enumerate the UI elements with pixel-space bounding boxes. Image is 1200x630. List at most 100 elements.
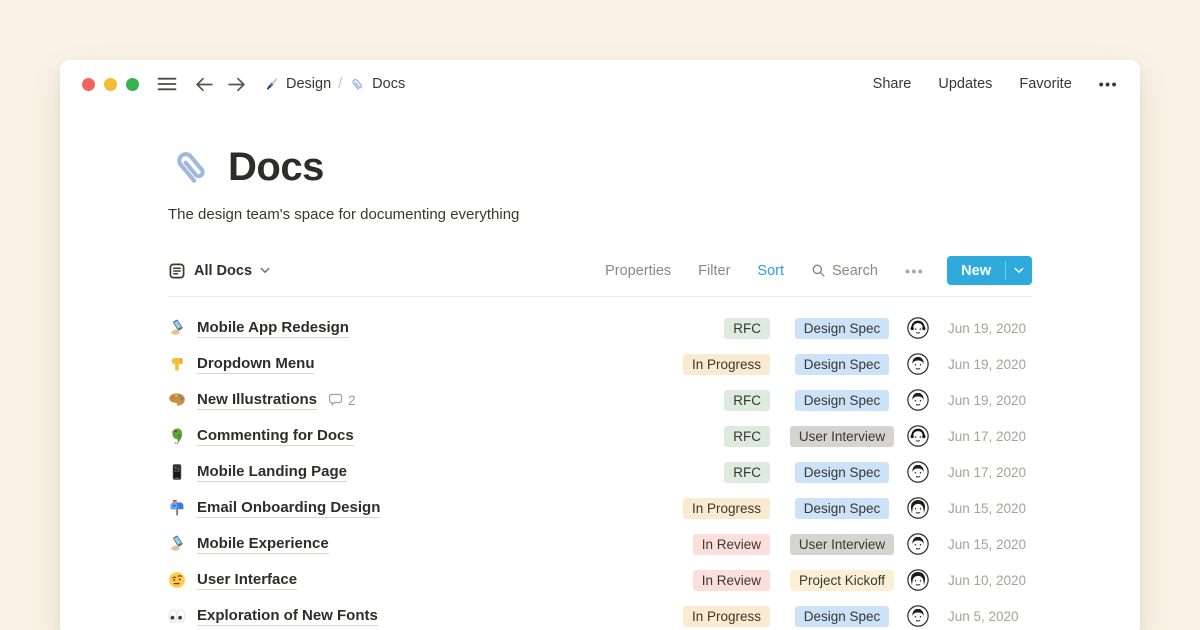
table-row[interactable]: Email Onboarding Design In Progress Desi… bbox=[168, 490, 1032, 526]
desktop-background: Design / Docs Share Updates Favorite •••… bbox=[0, 0, 1200, 630]
row-meta: RFC Design Spec Jun 17, 2020 bbox=[650, 461, 1032, 483]
selfie-icon bbox=[168, 319, 186, 337]
status-tag[interactable]: In Review bbox=[693, 570, 770, 591]
table-row[interactable]: New Illustrations 2 RFC Design Spec Jun … bbox=[168, 382, 1032, 418]
expand-window-button[interactable] bbox=[126, 78, 139, 91]
doc-title-link[interactable]: New Illustrations bbox=[197, 390, 317, 411]
category-tag[interactable]: Project Kickoff bbox=[790, 570, 894, 591]
new-button-chevron[interactable] bbox=[1006, 256, 1032, 285]
back-button[interactable] bbox=[195, 77, 214, 92]
chevron-down-icon bbox=[260, 267, 270, 274]
page-subtitle[interactable]: The design team's space for documenting … bbox=[168, 206, 1032, 223]
category-tag[interactable]: Design Spec bbox=[795, 462, 890, 483]
row-meta: In Progress Design Spec Jun 19, 2020 bbox=[650, 353, 1032, 375]
more-options-button[interactable]: ••• bbox=[1099, 76, 1118, 92]
avatar-man[interactable] bbox=[906, 353, 930, 375]
properties-button[interactable]: Properties bbox=[605, 263, 671, 279]
table-row[interactable]: Mobile Experience In Review User Intervi… bbox=[168, 526, 1032, 562]
breadcrumb-label: Design bbox=[286, 76, 331, 92]
docs-table: Mobile App Redesign RFC Design Spec Jun … bbox=[168, 310, 1032, 630]
breadcrumb: Design / Docs bbox=[263, 76, 405, 93]
category-tag[interactable]: Design Spec bbox=[795, 354, 890, 375]
new-button-label[interactable]: New bbox=[947, 256, 1005, 285]
table-row[interactable]: Mobile App Redesign RFC Design Spec Jun … bbox=[168, 310, 1032, 346]
page-title[interactable]: Docs bbox=[228, 145, 324, 190]
breadcrumb-item-docs[interactable]: Docs bbox=[349, 76, 405, 93]
doc-title-link[interactable]: Mobile Landing Page bbox=[197, 462, 347, 483]
doc-title-link[interactable]: Exploration of New Fonts bbox=[197, 606, 378, 627]
breadcrumb-separator: / bbox=[338, 76, 342, 92]
new-button[interactable]: New bbox=[947, 256, 1032, 285]
avatar-woman[interactable] bbox=[906, 497, 930, 519]
mailbox-icon bbox=[168, 499, 186, 517]
table-row[interactable]: Mobile Landing Page RFC Design Spec Jun … bbox=[168, 454, 1032, 490]
search-icon bbox=[811, 263, 826, 278]
view-label: All Docs bbox=[194, 263, 252, 279]
doc-title-link[interactable]: User Interface bbox=[197, 570, 297, 591]
view-switcher[interactable]: All Docs bbox=[168, 262, 270, 280]
toolbar-menu: Properties Filter Sort Search ••• New bbox=[605, 256, 1032, 285]
avatar-woman[interactable] bbox=[906, 569, 930, 591]
page-title-row: Docs bbox=[168, 144, 1032, 191]
updates-button[interactable]: Updates bbox=[938, 76, 992, 92]
status-tag[interactable]: In Progress bbox=[683, 606, 770, 627]
paintbrush-icon bbox=[263, 76, 280, 93]
breadcrumb-item-design[interactable]: Design bbox=[263, 76, 331, 93]
avatar-man[interactable] bbox=[906, 605, 930, 627]
doc-list-icon bbox=[168, 262, 186, 280]
doc-title-link[interactable]: Email Onboarding Design bbox=[197, 498, 380, 519]
share-button[interactable]: Share bbox=[873, 76, 912, 92]
date-label: Jun 19, 2020 bbox=[948, 393, 1032, 408]
avatar-woman-headphones[interactable] bbox=[906, 317, 930, 339]
table-row[interactable]: User Interface In Review Project Kickoff… bbox=[168, 562, 1032, 598]
status-tag[interactable]: In Progress bbox=[683, 354, 770, 375]
parrot-icon bbox=[168, 427, 186, 445]
minimize-window-button[interactable] bbox=[104, 78, 117, 91]
sidebar-toggle-icon[interactable] bbox=[157, 76, 177, 92]
sort-button[interactable]: Sort bbox=[757, 263, 784, 279]
avatar-man[interactable] bbox=[906, 461, 930, 483]
table-row[interactable]: Dropdown Menu In Progress Design Spec Ju… bbox=[168, 346, 1032, 382]
status-tag[interactable]: In Progress bbox=[683, 498, 770, 519]
date-label: Jun 19, 2020 bbox=[948, 357, 1032, 372]
category-tag[interactable]: User Interview bbox=[790, 426, 894, 447]
window-controls bbox=[82, 78, 139, 91]
avatar-man[interactable] bbox=[906, 389, 930, 411]
category-tag[interactable]: Design Spec bbox=[795, 606, 890, 627]
favorite-button[interactable]: Favorite bbox=[1019, 76, 1071, 92]
forward-button[interactable] bbox=[227, 77, 246, 92]
date-label: Jun 10, 2020 bbox=[948, 573, 1032, 588]
toolbar-more-button[interactable]: ••• bbox=[905, 263, 924, 279]
table-row[interactable]: Commenting for Docs RFC User Interview J… bbox=[168, 418, 1032, 454]
avatar-woman-headphones[interactable] bbox=[906, 425, 930, 447]
status-tag[interactable]: RFC bbox=[724, 318, 770, 339]
category-tag[interactable]: User Interview bbox=[790, 534, 894, 555]
date-label: Jun 15, 2020 bbox=[948, 501, 1032, 516]
status-tag[interactable]: RFC bbox=[724, 426, 770, 447]
doc-title-link[interactable]: Mobile App Redesign bbox=[197, 318, 349, 339]
date-label: Jun 17, 2020 bbox=[948, 429, 1032, 444]
row-meta: RFC User Interview Jun 17, 2020 bbox=[650, 425, 1032, 447]
avatar-man[interactable] bbox=[906, 533, 930, 555]
doc-title-link[interactable]: Mobile Experience bbox=[197, 534, 329, 555]
window-topbar: Design / Docs Share Updates Favorite ••• bbox=[60, 60, 1140, 108]
table-row[interactable]: Exploration of New Fonts In Progress Des… bbox=[168, 598, 1032, 630]
date-label: Jun 15, 2020 bbox=[948, 537, 1032, 552]
doc-title-link[interactable]: Commenting for Docs bbox=[197, 426, 354, 447]
category-tag[interactable]: Design Spec bbox=[795, 318, 890, 339]
status-tag[interactable]: In Review bbox=[693, 534, 770, 555]
status-tag[interactable]: RFC bbox=[724, 390, 770, 411]
page-paperclip-icon[interactable] bbox=[168, 144, 215, 191]
filter-button[interactable]: Filter bbox=[698, 263, 730, 279]
status-tag[interactable]: RFC bbox=[724, 462, 770, 483]
chevron-down-icon bbox=[1014, 267, 1024, 274]
close-window-button[interactable] bbox=[82, 78, 95, 91]
row-meta: In Review User Interview Jun 15, 2020 bbox=[650, 533, 1032, 555]
doc-title-link[interactable]: Dropdown Menu bbox=[197, 354, 314, 375]
comment-count: 2 bbox=[348, 393, 356, 408]
eyes-icon bbox=[168, 607, 186, 625]
category-tag[interactable]: Design Spec bbox=[795, 498, 890, 519]
search-button[interactable]: Search bbox=[811, 263, 878, 279]
category-tag[interactable]: Design Spec bbox=[795, 390, 890, 411]
date-label: Jun 5, 2020 bbox=[948, 609, 1032, 624]
